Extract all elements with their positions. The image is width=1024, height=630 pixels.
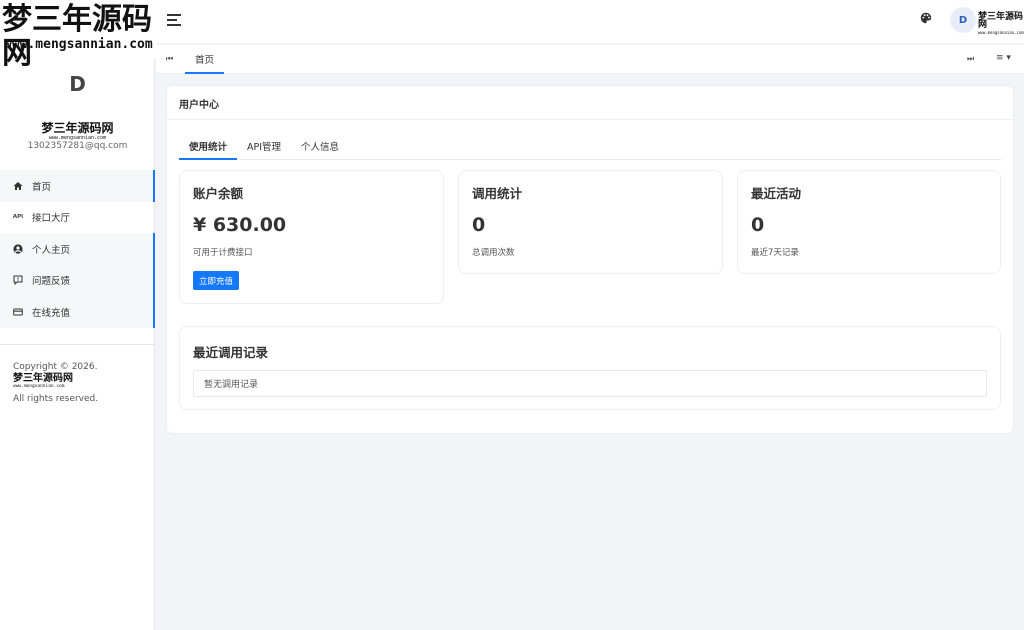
sidebar-item-label: 个人主页	[32, 244, 71, 256]
empty-records-message: 暂无调用记录	[193, 370, 987, 397]
sidebar-item-home[interactable]: 首页	[0, 170, 155, 202]
sidebar: D 梦三年源码网 www.mengsannian.com 1302357281@…	[0, 0, 155, 630]
header-brand: 梦三年源码网 www.mengsannian.com	[978, 13, 1024, 37]
top-header: D 梦三年源码网 www.mengsannian.com	[156, 0, 1024, 44]
copyright-brand-name: 梦三年源码网	[13, 373, 73, 384]
recent-activity-card: 最近活动 0 最近7天记录	[737, 170, 1001, 274]
sidebar-item-label: 问题反馈	[32, 276, 71, 288]
api-icon: API	[12, 214, 24, 221]
balance-card: 账户余额 ¥ 630.00 可用于计费接口 立即充值	[179, 170, 444, 304]
sidebar-item-feedback[interactable]: 问题反馈	[0, 264, 155, 296]
sidebar-item-api-hall[interactable]: API 接口大厅	[0, 202, 155, 234]
recharge-button[interactable]: 立即充值	[193, 271, 240, 290]
credit-card-icon	[12, 306, 24, 318]
recent-activity-title: 最近活动	[751, 186, 802, 201]
sidebar-nav: 首页 API 接口大厅 个人主页 问题反馈 在线充值	[0, 170, 155, 328]
call-stats-title: 调用统计	[472, 186, 523, 201]
watermark-url: www.mengsannian.com	[4, 37, 153, 52]
palette-icon[interactable]	[920, 12, 932, 24]
header-brand-url: www.mengsannian.com	[978, 30, 1024, 35]
recent-calls-title: 最近调用记录	[193, 345, 269, 360]
sidebar-brand-name: 梦三年源码网	[41, 121, 114, 135]
home-icon	[12, 180, 24, 192]
copyright-brand: 梦三年源码网 www.mengsannian.com	[13, 373, 73, 391]
feedback-icon	[12, 274, 24, 286]
scroll-right-icon[interactable]: ⏭	[967, 54, 974, 64]
page-tabbar: ⏮ 首页 ⏭ ≡ ▾	[156, 45, 1024, 74]
watermark-logo: 梦三年源码网 www.mengsannian.com	[0, 0, 156, 71]
balance-sub: 可用于计费接口	[193, 248, 253, 258]
sidebar-item-label: 接口大厅	[32, 213, 71, 225]
header-brand-name: 梦三年源码网	[978, 12, 1024, 30]
menu-toggle-icon[interactable]	[167, 14, 181, 26]
tab-api-management[interactable]: API管理	[237, 139, 291, 160]
user-circle-icon	[12, 243, 24, 255]
recent-activity-sub: 最近7天记录	[751, 248, 799, 258]
header-avatar[interactable]: D	[950, 7, 976, 33]
content-tabs: 使用统计 API管理 个人信息	[179, 139, 1001, 160]
copyright-prefix: Copyright © 2026.	[13, 362, 98, 372]
call-stats-card: 调用统计 0 总调用次数	[458, 170, 723, 274]
balance-title: 账户余额	[193, 186, 244, 201]
call-stats-sub: 总调用次数	[472, 248, 515, 258]
scroll-left-icon[interactable]: ⏮	[166, 54, 173, 64]
sidebar-brand: 梦三年源码网 www.mengsannian.com	[0, 121, 155, 142]
sidebar-item-profile[interactable]: 个人主页	[0, 233, 155, 265]
recent-calls-card: 最近调用记录 暂无调用记录	[179, 326, 1001, 410]
sidebar-item-label: 首页	[32, 181, 52, 193]
page-title: 用户中心	[179, 100, 219, 111]
copyright: Copyright © 2026. 梦三年源码网 www.mengsannian.c…	[13, 360, 154, 407]
user-center-card: 用户中心 使用统计 API管理 个人信息 账户余额 ¥ 630.00 可用于计费…	[166, 85, 1014, 434]
sidebar-item-label: 在线充值	[32, 307, 71, 319]
sidebar-divider	[0, 344, 155, 345]
sidebar-avatar: D	[69, 72, 86, 96]
copyright-suffix: All rights reserved.	[13, 393, 99, 404]
copyright-brand-url: www.mengsannian.com	[13, 384, 65, 389]
call-stats-value: 0	[472, 214, 486, 236]
page-tab-home[interactable]: 首页	[185, 45, 225, 74]
recent-activity-value: 0	[751, 214, 765, 236]
balance-value: ¥ 630.00	[193, 214, 287, 236]
user-email: 1302357281@qq.com	[27, 141, 128, 151]
sidebar-item-recharge[interactable]: 在线充值	[0, 296, 155, 328]
tab-menu-dropdown-icon[interactable]: ≡ ▾	[996, 53, 1011, 63]
tab-usage-stats[interactable]: 使用统计	[179, 139, 238, 160]
title-divider	[167, 119, 1013, 120]
tab-personal-info[interactable]: 个人信息	[291, 139, 349, 160]
